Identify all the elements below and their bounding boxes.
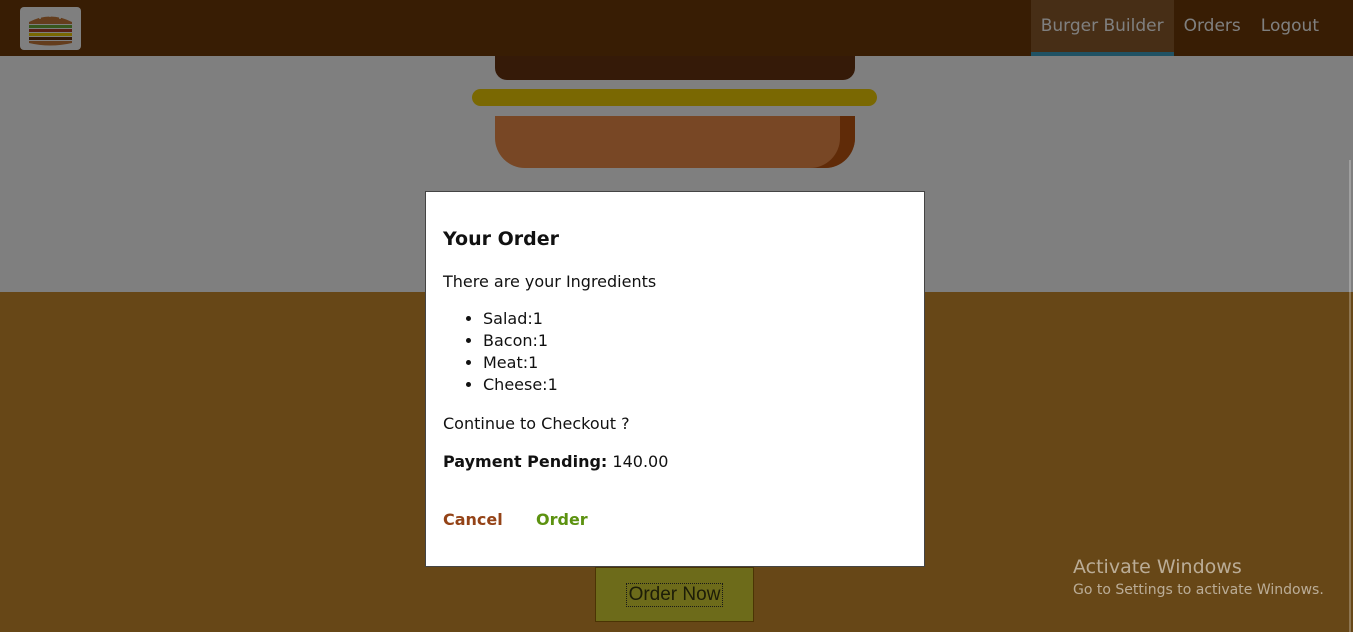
- list-item: Meat:1: [483, 352, 558, 374]
- list-item: Cheese:1: [483, 374, 558, 396]
- payment-line: Payment Pending: 140.00: [443, 452, 668, 471]
- page: Burger Builder Orders Logout Order Now Y…: [0, 0, 1353, 632]
- order-button[interactable]: Order: [536, 510, 588, 529]
- modal-subtitle: There are your Ingredients: [443, 272, 657, 291]
- payment-label: Payment Pending:: [443, 452, 608, 471]
- payment-value: 140.00: [612, 452, 669, 471]
- activate-windows-watermark: Activate Windows Go to Settings to activ…: [1073, 556, 1324, 598]
- continue-prompt: Continue to Checkout ?: [443, 414, 630, 433]
- order-summary-modal: Your Order There are your Ingredients Sa…: [425, 191, 925, 567]
- ingredient-list: Salad:1 Bacon:1 Meat:1 Cheese:1: [443, 308, 558, 396]
- watermark-subtitle: Go to Settings to activate Windows.: [1073, 582, 1324, 598]
- scrollbar[interactable]: [1349, 160, 1351, 632]
- modal-title: Your Order: [443, 228, 559, 250]
- list-item: Salad:1: [483, 308, 558, 330]
- list-item: Bacon:1: [483, 330, 558, 352]
- watermark-title: Activate Windows: [1073, 556, 1242, 578]
- cancel-button[interactable]: Cancel: [443, 510, 503, 529]
